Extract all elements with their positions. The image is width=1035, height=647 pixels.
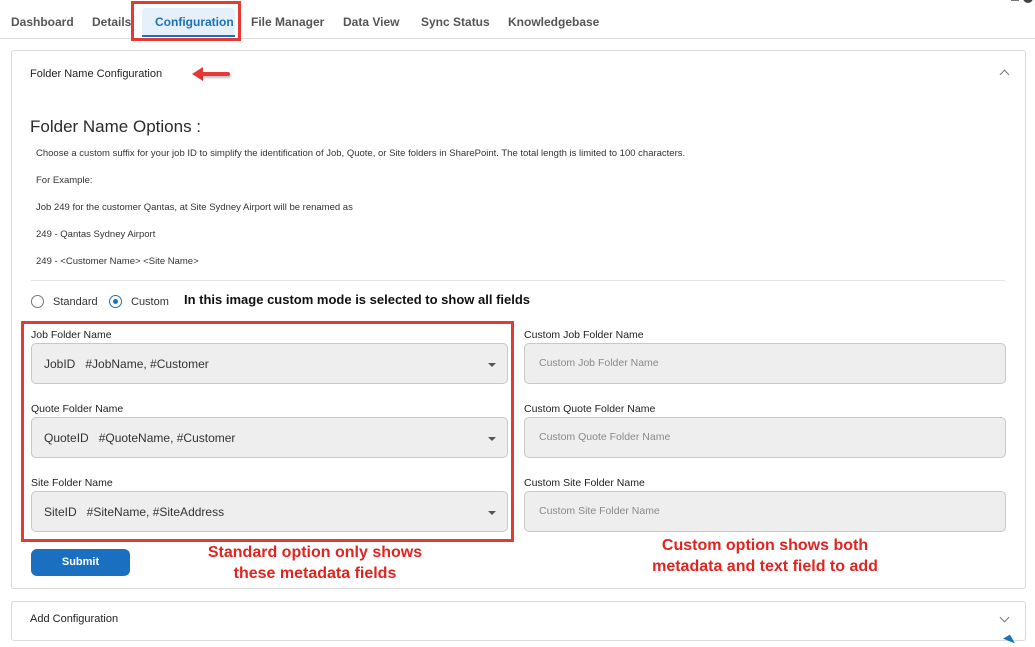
panel-title[interactable]: Folder Name Configuration (30, 68, 162, 80)
arrow-shaft (200, 72, 230, 76)
standard-radio-label[interactable]: Standard (53, 296, 98, 308)
annotation-line: these metadata fields (233, 565, 397, 582)
custom-quote-folder-name-label: Custom Quote Folder Name (524, 403, 656, 415)
chevron-down-icon[interactable] (999, 612, 1010, 623)
custom-option-annotation: Custom option shows both metadata and te… (610, 535, 920, 577)
description-line: 249 - Qantas Sydney Airport (36, 229, 156, 240)
window-minimize-icon[interactable] (1011, 0, 1019, 1)
custom-site-folder-name-label: Custom Site Folder Name (524, 477, 645, 489)
corner-indicator-icon (1003, 634, 1015, 647)
custom-job-folder-name-input[interactable] (537, 356, 981, 370)
window-control-icon[interactable] (1023, 0, 1033, 3)
tab-highlight-box (131, 1, 241, 41)
chevron-up-icon[interactable] (999, 69, 1010, 80)
custom-radio-label[interactable]: Custom (131, 296, 169, 308)
description-line: 249 - <Customer Name> <Site Name> (36, 256, 199, 267)
custom-site-folder-name-field[interactable] (524, 491, 1006, 532)
standard-radio[interactable] (31, 295, 44, 308)
add-configuration-panel[interactable]: Add Configuration (11, 601, 1026, 647)
mode-annotation: In this image custom mode is selected to… (184, 292, 531, 307)
standard-option-annotation: Standard option only shows these metadat… (180, 542, 450, 584)
folder-name-options-heading: Folder Name Options : (30, 117, 202, 136)
annotation-line: metadata and text field to add (652, 558, 878, 575)
annotation-arrow-icon (192, 67, 232, 81)
panel-title[interactable]: Add Configuration (30, 613, 118, 625)
tab-data-view[interactable]: Data View (343, 0, 399, 38)
submit-button[interactable]: Submit (31, 549, 130, 576)
folder-name-configuration-panel: Folder Name Configuration Folder Name Op… (11, 50, 1026, 589)
tab-details[interactable]: Details (92, 0, 131, 38)
custom-quote-folder-name-field[interactable] (524, 417, 1006, 458)
tab-bar: Dashboard Details Configuration File Man… (0, 0, 1035, 41)
tab-file-manager[interactable]: File Manager (251, 0, 324, 38)
tab-sync-status[interactable]: Sync Status (421, 0, 490, 38)
custom-quote-folder-name-input[interactable] (537, 430, 981, 444)
custom-site-folder-name-input[interactable] (537, 504, 981, 518)
description-line: Choose a custom suffix for your job ID t… (36, 148, 686, 159)
custom-radio[interactable] (109, 295, 122, 308)
tab-knowledgebase[interactable]: Knowledgebase (508, 0, 599, 38)
description-line: For Example: (36, 175, 93, 186)
standard-fields-highlight-box (21, 321, 514, 542)
annotation-line: Custom option shows both (661, 537, 869, 554)
annotation-line: Standard option only shows (207, 544, 423, 561)
divider (31, 280, 1005, 281)
custom-job-folder-name-field[interactable] (524, 343, 1006, 384)
tab-dashboard[interactable]: Dashboard (11, 0, 74, 38)
description-line: Job 249 for the customer Qantas, at Site… (36, 202, 353, 213)
custom-job-folder-name-label: Custom Job Folder Name (524, 329, 644, 341)
